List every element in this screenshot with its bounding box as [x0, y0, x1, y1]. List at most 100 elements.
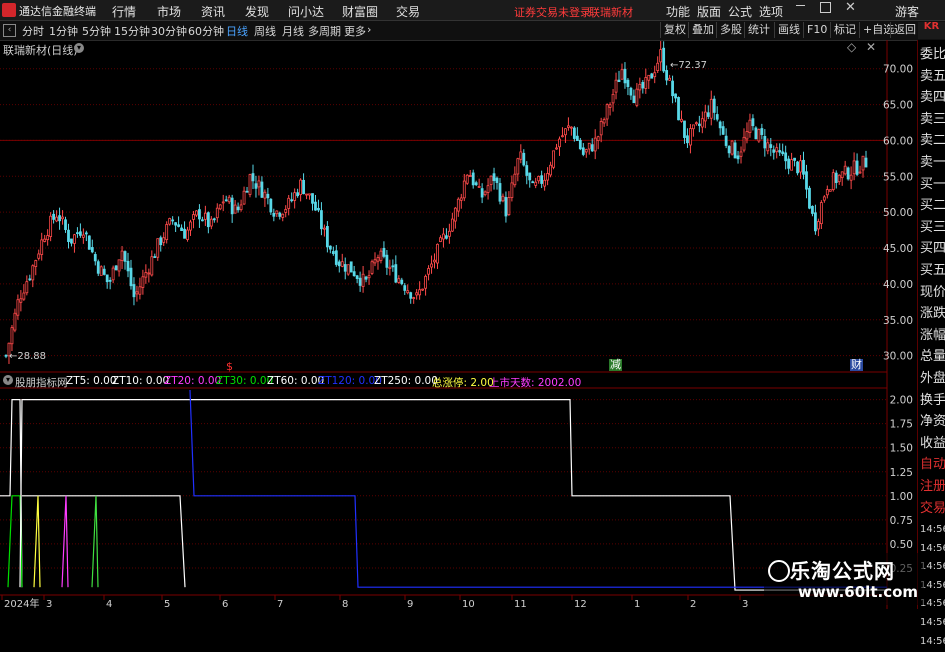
user-guest[interactable]: 游客 [895, 3, 919, 20]
event-marker-finance[interactable]: 财 [850, 359, 863, 371]
tool-back[interactable]: 返回 [890, 22, 919, 38]
candle-body [689, 128, 692, 146]
menu-market-quotes[interactable]: 行情 [112, 3, 136, 20]
indicator-legend-item: ZT30: 0.00 [216, 375, 274, 387]
candle-body [343, 264, 347, 272]
candle-body [201, 219, 204, 222]
current-stock-link[interactable]: 联瑞新材 [589, 4, 633, 20]
tool-f10[interactable]: F10 [803, 22, 830, 38]
menu-formula[interactable]: 公式 [728, 3, 752, 20]
period-daily[interactable]: 日线 [226, 23, 248, 39]
maximize-icon[interactable] [820, 2, 831, 13]
candle-body [796, 161, 799, 174]
tool-draw[interactable]: 画线 [774, 22, 803, 38]
x-axis-label: 10 [462, 599, 475, 609]
candle-body [474, 182, 478, 186]
side-panel-item[interactable]: 买五 [920, 260, 945, 281]
watermark-icon [768, 560, 790, 582]
side-panel-item[interactable]: 总量 [920, 346, 945, 367]
candle-body [376, 257, 380, 262]
side-panel-item[interactable]: 净资 [920, 411, 945, 432]
candle-body [739, 151, 743, 157]
candle-body [808, 187, 811, 209]
candle-body [468, 175, 472, 177]
candle-body [117, 259, 121, 272]
side-panel-item[interactable]: 买四 [920, 238, 945, 259]
period-intraday[interactable]: 分时 [22, 23, 44, 39]
side-panel-item[interactable]: 注册 [920, 476, 945, 497]
side-panel-item[interactable]: 交易 [920, 498, 945, 519]
candle-body [617, 79, 621, 83]
side-panel-item[interactable]: 收益 [920, 433, 945, 454]
indicator-legend-item: ZT250: 0.00 [374, 375, 438, 387]
period-1min[interactable]: 1分钟 [49, 23, 78, 39]
period-monthly[interactable]: 月线 [282, 23, 304, 39]
side-panel-item[interactable]: 卖一 [920, 152, 945, 173]
close-icon[interactable]: ✕ [845, 0, 856, 15]
tool-mark[interactable]: 标记 [830, 22, 859, 38]
side-panel-item[interactable]: 卖二 [920, 130, 945, 151]
tool-adjust[interactable]: 复权 [660, 22, 689, 38]
period-multi[interactable]: 多周期 [308, 23, 341, 39]
side-panel-item[interactable]: 卖四 [920, 87, 945, 108]
candle-body [528, 172, 532, 181]
side-panel-item[interactable]: 涨幅 [920, 325, 945, 346]
side-panel-item[interactable]: 现价 [920, 282, 945, 303]
side-panel-item[interactable]: 14:56 [920, 631, 945, 652]
panel-header-kr[interactable]: KR [918, 22, 945, 39]
side-panel-item[interactable]: 外盘 [920, 368, 945, 389]
side-panel-item[interactable]: 买三 [920, 217, 945, 238]
candle-body [180, 227, 183, 231]
candle-body [129, 267, 133, 287]
kline-chart[interactable]: 70.00 65.00 60.00 55.00 50.00 45.00 40.00 35.00… [0, 40, 917, 609]
menu-function[interactable]: 功能 [666, 3, 690, 20]
tool-multi-stock[interactable]: 多股 [716, 22, 745, 38]
side-panel-item[interactable]: 卖五 [920, 66, 945, 87]
candle-body [757, 129, 761, 142]
login-warning[interactable]: 证券交易未登录 [514, 4, 591, 20]
menu-discover[interactable]: 发现 [245, 3, 269, 20]
candle-body [730, 140, 734, 155]
side-panel-item[interactable]: 买二 [920, 195, 945, 216]
tool-overlay[interactable]: 叠加 [688, 22, 717, 38]
candle-body [355, 275, 359, 279]
period-15min[interactable]: 15分钟 [114, 23, 150, 39]
candle-body [498, 183, 502, 202]
chevron-right-icon[interactable]: › [367, 23, 371, 36]
candle-body [852, 160, 856, 175]
side-panel-item[interactable]: 买一 [920, 174, 945, 195]
candle-body [653, 72, 657, 78]
period-weekly[interactable]: 周线 [254, 23, 276, 39]
menu-options[interactable]: 选项 [759, 3, 783, 20]
side-panel-item[interactable]: 涨跌 [920, 303, 945, 324]
period-60min[interactable]: 60分钟 [188, 23, 224, 39]
period-30min[interactable]: 30分钟 [151, 23, 187, 39]
tool-statistics[interactable]: 统计 [744, 22, 773, 38]
side-panel-item[interactable]: 委比 [920, 44, 945, 65]
minimize-icon[interactable] [796, 5, 805, 6]
period-5min[interactable]: 5分钟 [82, 23, 111, 39]
menu-market[interactable]: 市场 [157, 3, 181, 20]
candle-body [64, 219, 67, 230]
event-marker-reduce[interactable]: 减 [609, 359, 622, 371]
indicator-axis-label: 0.50 [890, 539, 913, 551]
candle-body [192, 214, 195, 220]
indicator-menu-icon[interactable]: ▾ [3, 375, 13, 385]
indicator-name[interactable]: 股朋指标网 [15, 375, 68, 390]
collapse-icon[interactable]: ‹ [3, 24, 16, 37]
menu-layout[interactable]: 版面 [697, 3, 721, 20]
candle-body [492, 173, 496, 181]
candle-body [284, 209, 288, 213]
menu-wealth[interactable]: 财富圈 [342, 3, 378, 20]
menu-news[interactable]: 资讯 [201, 3, 225, 20]
event-marker-s[interactable]: $ [226, 360, 233, 373]
candle-body [281, 213, 285, 218]
period-more[interactable]: 更多 [344, 23, 366, 39]
side-panel-item[interactable]: 换手 [920, 390, 945, 411]
side-panel-item[interactable]: 卖三 [920, 109, 945, 130]
candle-body [421, 288, 425, 291]
menu-trade[interactable]: 交易 [396, 3, 420, 20]
menu-ask[interactable]: 问小达 [288, 3, 324, 20]
candle-body [674, 93, 677, 99]
side-panel-item[interactable]: 自动 [920, 454, 945, 475]
